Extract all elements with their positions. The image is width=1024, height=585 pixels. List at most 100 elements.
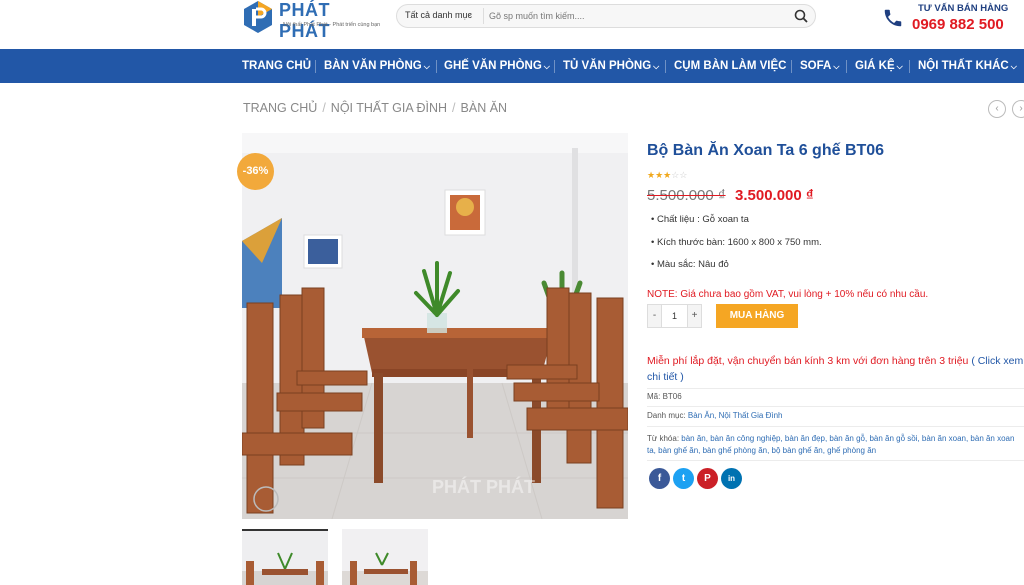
price-new: 3.500.000 ₫: [735, 187, 814, 204]
sku-meta: Mã: BT06: [647, 392, 682, 401]
sku-value: BT06: [662, 392, 682, 401]
divider: [647, 406, 1024, 407]
product-thumbnail-1[interactable]: [242, 529, 328, 585]
product-title: Bộ Bàn Ăn Xoan Ta 6 ghế BT06: [647, 142, 885, 159]
hotline-number[interactable]: 0969 882 500: [912, 16, 1004, 33]
nav-item-shelves[interactable]: GIÁ KỆ ⌵: [855, 49, 903, 83]
spec-item: • Kích thước bàn: 1600 x 800 x 750 mm.: [651, 237, 822, 248]
nav-item-label: BÀN VĂN PHÒNG: [324, 60, 422, 72]
facebook-icon: f: [657, 473, 662, 484]
divider: [647, 388, 1024, 389]
nav-item-label: GIÁ KỆ: [855, 60, 895, 72]
nav-item-home[interactable]: TRANG CHỦ: [242, 49, 311, 83]
nav-item-sofa[interactable]: SOFA ⌵: [800, 49, 839, 83]
nav-item-office-chairs[interactable]: GHẾ VĂN PHÒNG ⌵: [444, 49, 550, 83]
free-shipping-text: Miễn phí lắp đặt, vận chuyển bán kính 3 …: [647, 355, 969, 367]
spec-text: Kích thước bàn: 1600 x 800 x 750 mm.: [656, 237, 822, 248]
chevron-right-icon: ›: [1019, 103, 1023, 114]
next-product-button[interactable]: ›: [1012, 100, 1024, 118]
image-watermark: PHÁT PHÁT: [432, 476, 535, 497]
category-meta: Danh mục: Bàn Ăn, Nội Thất Gia Đình: [647, 411, 783, 420]
phone-icon: [884, 9, 902, 27]
nav-divider: [665, 60, 666, 73]
breadcrumb-separator: /: [322, 101, 326, 115]
nav-item-workstations[interactable]: CỤM BÀN LÀM VIỆC: [674, 49, 786, 83]
category-links[interactable]: Bàn Ăn, Nội Thất Gia Đình: [688, 411, 783, 420]
price-old: 5.500.000 ₫: [647, 187, 726, 204]
product-main-image[interactable]: PHÁT PHÁT: [242, 133, 628, 519]
nav-divider: [846, 60, 847, 73]
buy-button[interactable]: MUA HÀNG: [716, 304, 798, 328]
spec-item: • Màu sắc: Nâu đỏ: [651, 259, 729, 270]
chevron-down-icon: ⌵: [423, 62, 430, 71]
chevron-down-icon: ⌵: [543, 62, 550, 71]
logo-tagline: Nội thất Phát Phát - Phát triển cùng bạn: [283, 22, 381, 28]
breadcrumb-separator: /: [452, 101, 456, 115]
nav-item-label: GHẾ VĂN PHÒNG: [444, 60, 542, 72]
linkedin-icon: in: [727, 474, 736, 483]
tags-meta: Từ khóa: bàn ăn, bàn ăn công nghiệp, bàn…: [647, 433, 1024, 457]
nav-item-office-cabinets[interactable]: TỦ VĂN PHÒNG ⌵: [563, 49, 659, 83]
search-icon[interactable]: [793, 8, 809, 24]
hotline-label: TƯ VẤN BÁN HÀNG: [918, 3, 1009, 14]
thumbnail-photo: [242, 531, 328, 585]
sku-label: Mã:: [647, 392, 661, 401]
share-facebook-button[interactable]: f: [649, 468, 670, 489]
breadcrumb-item-dining-tables[interactable]: BÀN ĂN: [461, 101, 508, 115]
tag-links[interactable]: bàn ăn, bàn ăn công nghiệp, bàn ăn đẹp, …: [647, 434, 1014, 455]
hotline[interactable]: TƯ VẤN BÁN HÀNG 0969 882 500: [882, 3, 1022, 37]
rating-stars[interactable]: ★★★☆☆: [647, 170, 687, 181]
nav-divider: [909, 60, 910, 73]
nav-item-label: TỦ VĂN PHÒNG: [563, 60, 652, 72]
qty-input[interactable]: [662, 305, 687, 327]
category-label: Danh mục:: [647, 411, 686, 420]
share-pinterest-button[interactable]: P: [697, 468, 718, 489]
nav-divider: [791, 60, 792, 73]
prev-product-button[interactable]: ‹: [988, 100, 1006, 118]
site-header: PHÁT PHÁT Nội thất Phát Phát - Phát triể…: [0, 0, 1024, 49]
nav-item-other-furniture[interactable]: NỘI THẤT KHÁC ⌵: [918, 49, 1017, 83]
tags-label: Từ khóa:: [647, 434, 680, 443]
nav-item-office-desks[interactable]: BÀN VĂN PHÒNG ⌵: [324, 49, 430, 83]
twitter-icon: t: [681, 473, 686, 484]
search-input[interactable]: [489, 7, 789, 25]
star-icon: ★: [647, 170, 656, 180]
chevron-down-icon: ⌵: [896, 62, 903, 71]
pinterest-icon: P: [704, 473, 711, 484]
spec-text: Chất liệu : Gỗ xoan ta: [656, 214, 749, 225]
nav-divider: [436, 60, 437, 73]
search-bar: Tất cả danh mục ⌄: [396, 4, 816, 28]
spec-text: Màu sắc: Nâu đỏ: [656, 259, 729, 270]
thumbnail-photo: [342, 529, 428, 585]
nav-item-label: SOFA: [800, 60, 832, 72]
search-category-select[interactable]: Tất cả danh mục: [405, 10, 472, 20]
chevron-down-icon: ⌄: [466, 8, 474, 18]
share-linkedin-button[interactable]: in: [721, 468, 742, 489]
main-nav: TRANG CHỦ BÀN VĂN PHÒNG ⌵ GHẾ VĂN PHÒNG ⌵ …: [0, 49, 1024, 83]
nav-item-label: CỤM BÀN LÀM VIỆC: [674, 60, 787, 72]
share-twitter-button[interactable]: t: [673, 468, 694, 489]
logo-icon: [244, 1, 272, 33]
nav-item-label: TRANG CHỦ: [242, 60, 311, 72]
chevron-down-icon: ⌵: [653, 62, 660, 71]
dining-set-photo: PHÁT PHÁT: [242, 133, 628, 519]
divider: [647, 460, 1024, 461]
quantity-stepper: - +: [647, 304, 702, 328]
qty-increase-button[interactable]: +: [687, 305, 701, 327]
divider: [647, 426, 1024, 427]
star-empty-icon: ☆: [679, 170, 688, 180]
spec-item: • Chất liệu : Gỗ xoan ta: [651, 214, 749, 225]
logo[interactable]: PHÁT PHÁT Nội thất Phát Phát - Phát triể…: [243, 0, 383, 41]
logo-text: PHÁT PHÁT: [279, 0, 330, 41]
product-thumbnail-2[interactable]: [342, 529, 428, 585]
nav-divider: [315, 60, 316, 73]
qty-decrease-button[interactable]: -: [648, 305, 662, 327]
search-divider: [483, 8, 484, 24]
vat-note: NOTE: Giá chưa bao gồm VAT, vui lòng + 1…: [647, 289, 929, 300]
star-icon: ★: [655, 170, 664, 180]
nav-divider: [554, 60, 555, 73]
sale-badge: -36%: [237, 153, 274, 190]
breadcrumb-item-family-furniture[interactable]: NỘI THẤT GIA ĐÌNH: [331, 101, 447, 115]
breadcrumb-item-home[interactable]: TRANG CHỦ: [243, 101, 317, 115]
free-shipping-note: Miễn phí lắp đặt, vận chuyển bán kính 3 …: [647, 353, 1024, 385]
